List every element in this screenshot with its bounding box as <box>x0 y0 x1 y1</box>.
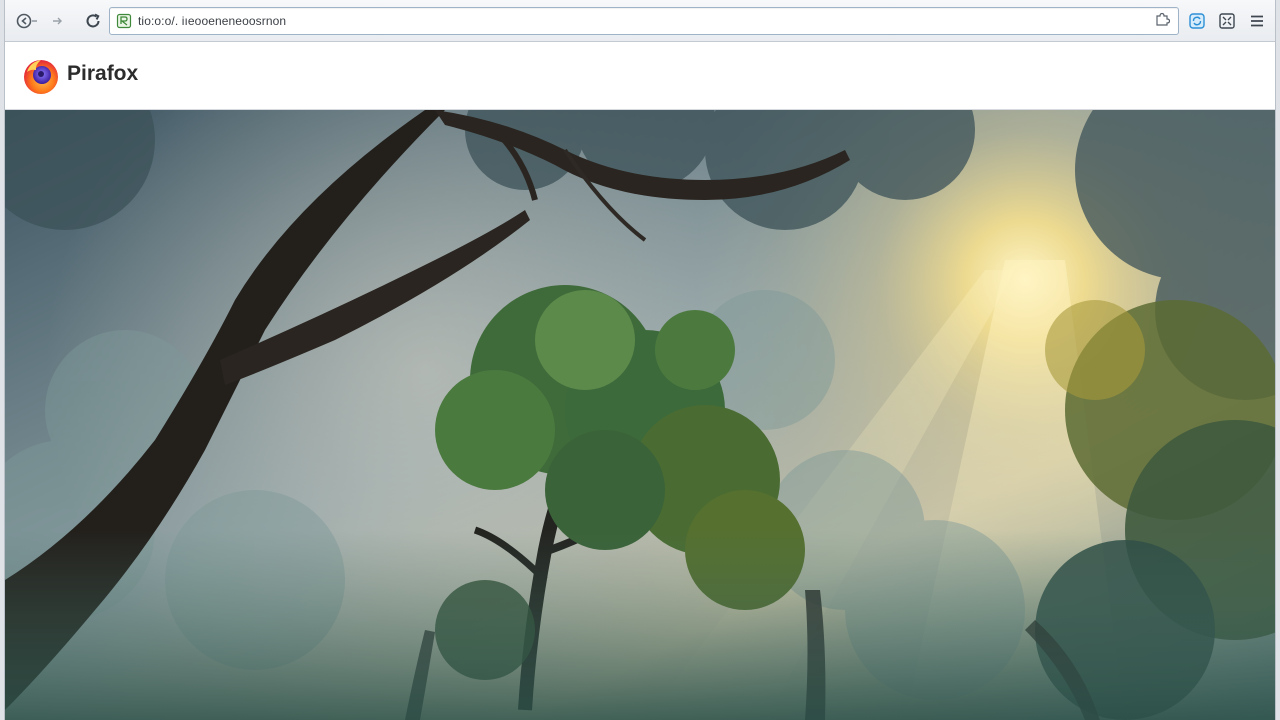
puzzle-icon <box>1154 11 1171 32</box>
extensions-icon <box>1218 12 1236 30</box>
browser-toolbar: tio:o:o/. iıeooeneneoosrnon <box>5 0 1275 42</box>
hamburger-menu-icon <box>1249 13 1265 29</box>
back-icon <box>16 13 38 29</box>
firefox-logo-icon[interactable] <box>21 56 61 96</box>
sync-icon <box>1188 12 1206 30</box>
site-header: Pirafox <box>5 42 1275 110</box>
menu-button[interactable] <box>1245 9 1269 33</box>
page-action-button[interactable] <box>1152 11 1172 31</box>
reload-button[interactable] <box>81 9 105 33</box>
address-bar[interactable]: tio:o:o/. iıeooeneneoosrnon <box>109 7 1179 35</box>
forward-button[interactable] <box>45 9 69 33</box>
sync-button[interactable] <box>1185 9 1209 33</box>
back-button[interactable] <box>15 9 39 33</box>
site-shield-icon[interactable] <box>116 13 132 29</box>
brand-name: Pirafox <box>67 62 139 85</box>
hero-image <box>5 110 1275 720</box>
forward-icon <box>49 13 65 29</box>
reload-icon <box>84 12 102 30</box>
extensions-button[interactable] <box>1215 9 1239 33</box>
browser-window: tio:o:o/. iıeooeneneoosrnon Pirafox <box>4 0 1276 720</box>
url-text[interactable]: tio:o:o/. iıeooeneneoosrnon <box>138 8 286 34</box>
